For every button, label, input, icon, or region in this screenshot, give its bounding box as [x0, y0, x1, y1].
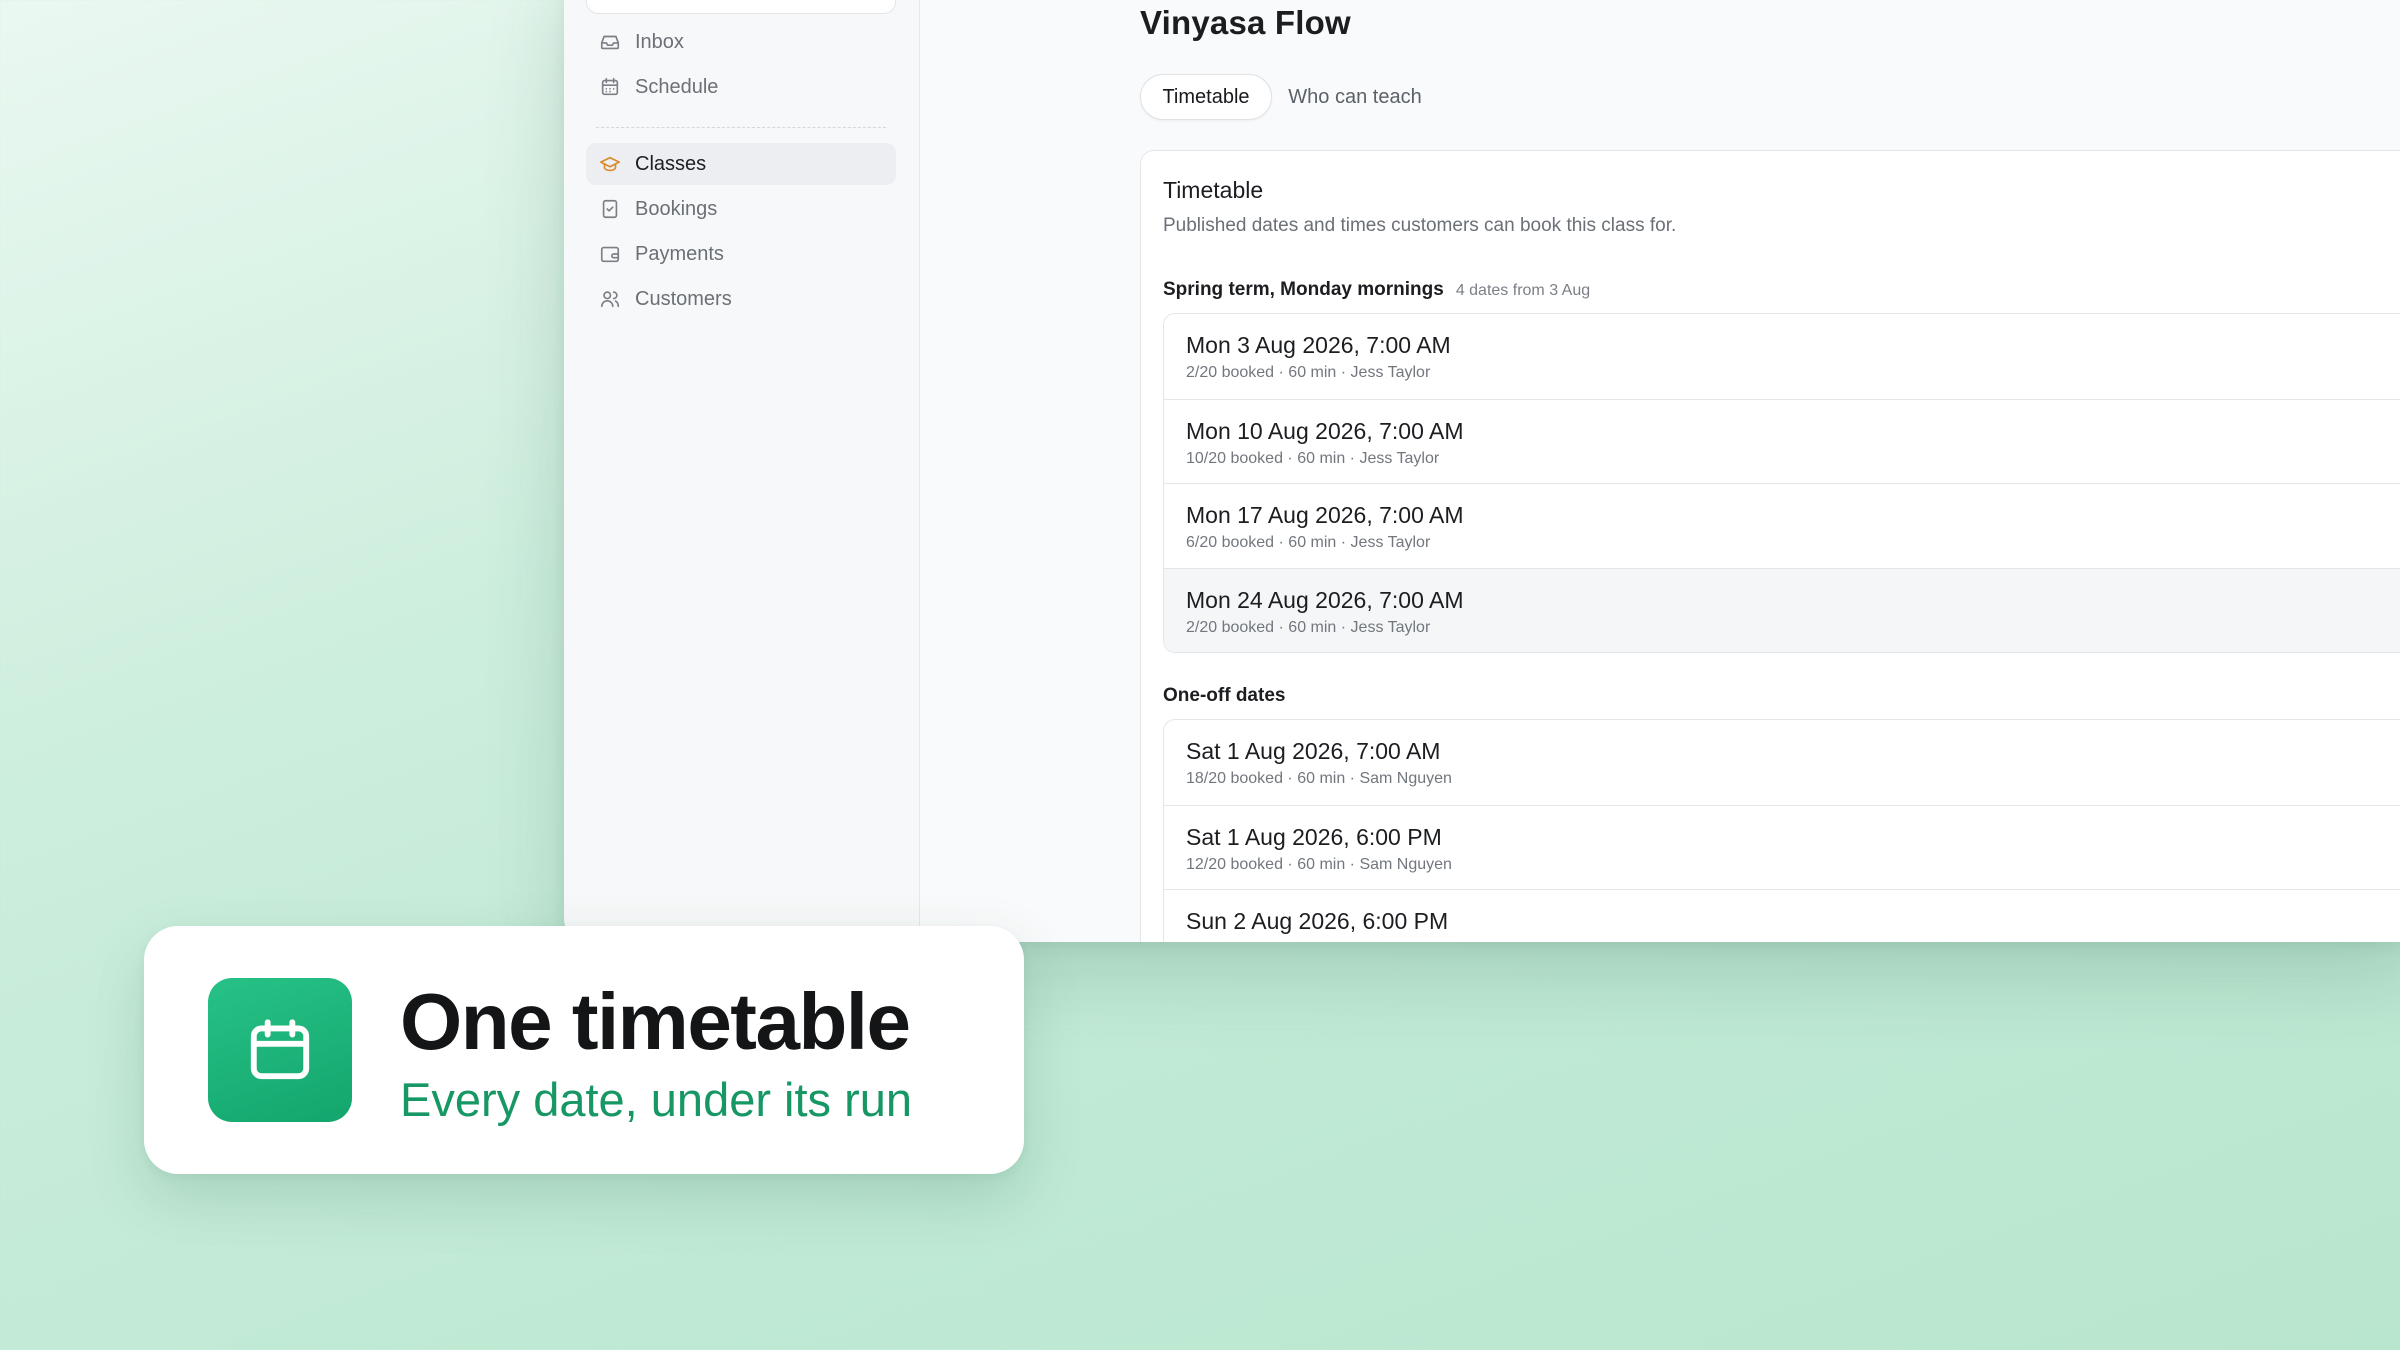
app-window: Inbox Schedule Classes Bookings Payments… [564, 0, 2400, 942]
graduation-cap-icon [598, 152, 622, 176]
callout-title: One timetable [400, 977, 911, 1066]
date-details: 10/20 booked · 60 min · Jess Taylor [1186, 449, 1440, 467]
sidebar-item-bookings[interactable]: Bookings [586, 188, 896, 230]
sidebar-item-payments[interactable]: Payments [586, 233, 896, 275]
date-when: Mon 24 Aug 2026, 7:00 AM [1186, 586, 1464, 613]
date-when: Sat 1 Aug 2026, 7:00 AM [1186, 738, 1441, 764]
group-meta: 4 dates from 3 Aug [1455, 282, 1591, 299]
date-details: 6/20 booked · 60 min · Jess Taylor [1186, 534, 1431, 551]
date-row[interactable]: Sun 2 Aug 2026, 6:00 PM [1164, 889, 2400, 942]
date-row[interactable]: Mon 17 Aug 2026, 7:00 AM 6/20 booked · 6… [1164, 483, 2400, 568]
date-row[interactable]: Sat 1 Aug 2026, 6:00 PM 12/20 booked · 6… [1164, 804, 2400, 889]
date-list: Sat 1 Aug 2026, 7:00 AM 18/20 booked · 6… [1163, 719, 2400, 942]
group-title: Spring term, Monday mornings [1163, 279, 1444, 300]
date-details: 12/20 booked · 60 min · Sam Nguyen [1186, 855, 1452, 873]
date-row[interactable]: Sat 1 Aug 2026, 7:00 AM 18/20 booked · 6… [1164, 720, 2400, 805]
sidebar-item-label: Schedule [635, 75, 719, 98]
date-row[interactable]: Mon 3 Aug 2026, 7:00 AM 2/20 booked · 60… [1164, 314, 2400, 399]
page-title: Vinyasa Flow [1140, 4, 1351, 41]
date-when: Sat 1 Aug 2026, 6:00 PM [1186, 823, 1442, 850]
date-when: Mon 3 Aug 2026, 7:00 AM [1186, 332, 1451, 358]
sidebar-divider [596, 127, 886, 128]
sidebar-item-label: Classes [635, 152, 707, 175]
date-when: Mon 17 Aug 2026, 7:00 AM [1186, 502, 1464, 528]
card-title: Timetable [1163, 177, 1264, 203]
sidebar-item-label: Bookings [635, 197, 718, 220]
date-when: Sun 2 Aug 2026, 6:00 PM [1186, 908, 1449, 934]
sidebar-item-label: Payments [635, 242, 724, 265]
timetable-card: Timetable Published dates and times cust… [1140, 150, 2400, 942]
callout-subtitle: Every date, under its run [400, 1073, 913, 1126]
feature-callout: One timetable Every date, under its run [144, 926, 1024, 1174]
calendar-icon [598, 75, 622, 99]
group-header: One-off dates [1163, 685, 1285, 707]
users-icon [598, 287, 622, 311]
group-header: Spring term, Monday mornings 4 dates fro… [1163, 279, 1590, 301]
date-row[interactable]: Mon 10 Aug 2026, 7:00 AM 10/20 booked · … [1164, 398, 2400, 483]
main-content: Vinyasa Flow Timetable Who can teach Tim… [920, 0, 2400, 942]
sidebar-item-schedule[interactable]: Schedule [586, 66, 896, 108]
sidebar-item-label: Inbox [635, 30, 684, 53]
sidebar-item-inbox[interactable]: Inbox [586, 21, 896, 63]
tab-timetable[interactable]: Timetable [1140, 74, 1272, 120]
date-list: Mon 3 Aug 2026, 7:00 AM 2/20 booked · 60… [1163, 313, 2400, 653]
card-description: Published dates and times customers can … [1163, 215, 1677, 236]
wallet-icon [598, 242, 622, 266]
date-row[interactable]: Mon 24 Aug 2026, 7:00 AM 2/20 booked · 6… [1164, 567, 2400, 652]
sidebar-item-classes[interactable]: Classes [586, 143, 896, 185]
clipboard-check-icon [598, 197, 622, 221]
sidebar-search-box[interactable] [586, 0, 896, 14]
date-details: 2/20 booked · 60 min · Jess Taylor [1186, 618, 1431, 636]
group-title: One-off dates [1163, 685, 1286, 706]
date-details: 2/20 booked · 60 min · Jess Taylor [1186, 364, 1431, 381]
tab-who-can-teach[interactable]: Who can teach [1280, 74, 1430, 120]
calendar-icon [208, 978, 352, 1122]
sidebar-item-customers[interactable]: Customers [586, 278, 896, 320]
sidebar: Inbox Schedule Classes Bookings Payments… [564, 0, 920, 942]
date-when: Mon 10 Aug 2026, 7:00 AM [1186, 417, 1464, 444]
sidebar-item-label: Customers [635, 287, 732, 310]
date-details: 18/20 booked · 60 min · Sam Nguyen [1186, 770, 1452, 787]
inbox-icon [598, 30, 622, 54]
